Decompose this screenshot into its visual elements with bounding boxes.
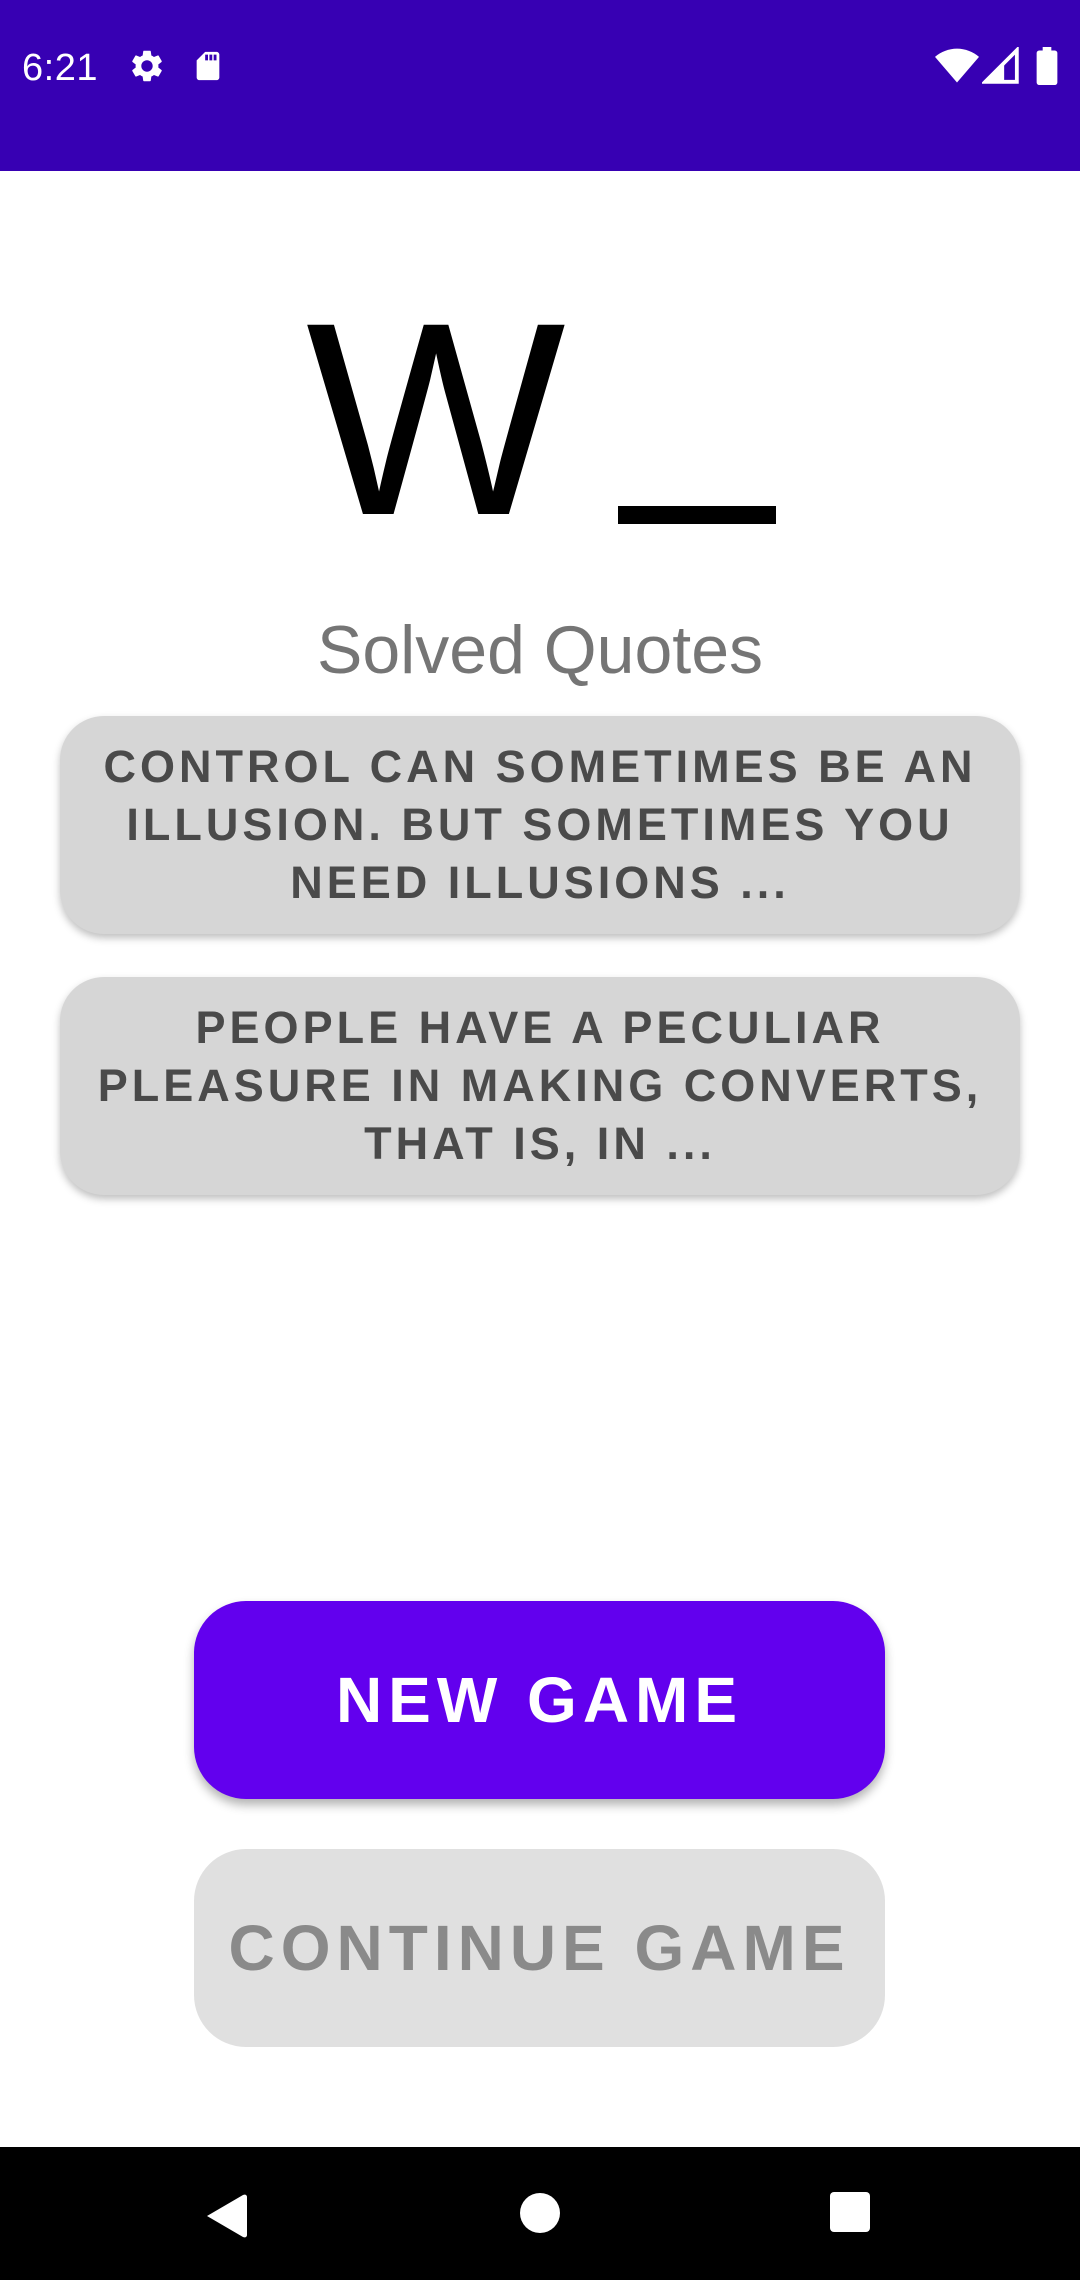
solved-quote-card[interactable]: CONTROL CAN SOMETIMES BE AN ILLUSION. BU… <box>60 716 1020 934</box>
new-game-label: NEW GAME <box>335 1664 744 1736</box>
status-time: 6:21 <box>22 47 98 89</box>
section-title: Solved Quotes <box>316 612 764 688</box>
quote-text: CONTROL CAN SOMETIMES BE AN ILLUSION. BU… <box>103 741 977 908</box>
battery-icon <box>1036 47 1058 90</box>
back-icon[interactable] <box>203 2191 249 2246</box>
navigation-bar <box>0 2147 1080 2280</box>
signal-icon <box>980 45 1020 90</box>
sd-card-icon <box>191 47 225 90</box>
home-icon[interactable] <box>518 2191 562 2240</box>
app-logo-underscore <box>618 506 776 524</box>
quote-text: PEOPLE HAVE A PECULIAR PLEASURE IN MAKIN… <box>97 1002 983 1169</box>
new-game-button[interactable]: NEW GAME <box>194 1601 885 1799</box>
continue-game-label: CONTINUE GAME <box>228 1912 851 1984</box>
continue-game-button[interactable]: CONTINUE GAME <box>194 1849 885 2047</box>
recents-icon[interactable] <box>829 2191 871 2238</box>
wifi-icon <box>935 47 979 90</box>
app-logo-letter: W <box>306 266 566 573</box>
settings-icon <box>128 47 166 90</box>
screen: 6:21 W Solved Quotes CONTROL CAN SOMETIM… <box>0 0 1080 2280</box>
solved-quote-card[interactable]: PEOPLE HAVE A PECULIAR PLEASURE IN MAKIN… <box>60 977 1020 1195</box>
status-bar: 6:21 <box>0 0 1080 171</box>
